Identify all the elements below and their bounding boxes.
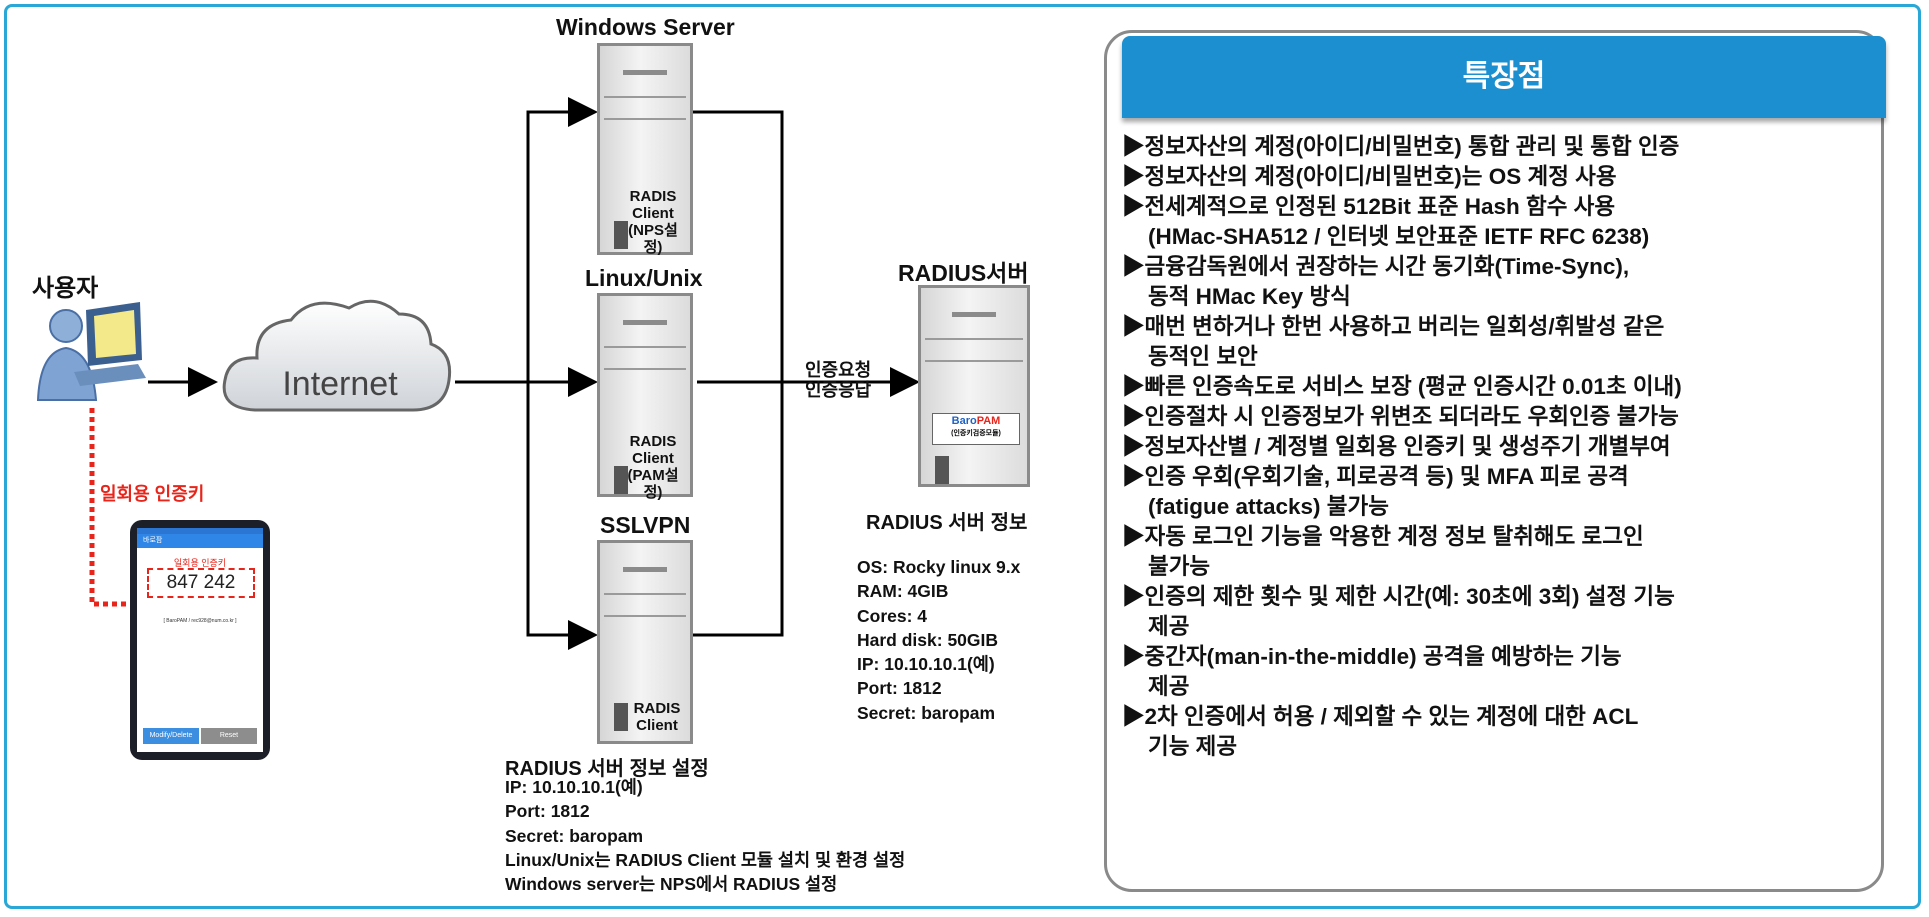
feature-item: ▶중간자(man-in-the-middle) 공격을 예방하는 기능: [1122, 644, 1622, 669]
radius-info-title: RADIUS 서버 정보: [866, 512, 1028, 534]
otp-label: 일회용 인증키: [100, 484, 205, 504]
feature-item: ▶전세계적으로 인정된 512Bit 표준 Hash 함수 사용: [1122, 194, 1616, 219]
windows-return-line: [690, 110, 784, 637]
user-computer-icon: [36, 302, 146, 401]
auth-response-label: 인증응답: [805, 380, 872, 400]
phone-screen: 바로팜 일회용 인증키 847 242 [ BaroPAM / rec928@n…: [137, 528, 263, 752]
feature-item: ▶정보자산의 계정(아이디/비밀번호)는 OS 계정 사용: [1122, 164, 1617, 189]
feature-item: ▶금융감독원에서 권장하는 시간 동기화(Time-Sync),: [1122, 254, 1630, 279]
branch-to-sslvpn-arrow: [526, 382, 598, 650]
feature-item: 동적 HMac Key 방식: [1148, 284, 1351, 309]
feature-item: (fatigue attacks) 불가능: [1148, 494, 1389, 519]
internet-label: Internet: [282, 365, 398, 403]
feature-item: ▶인증절차 시 인증정보가 위변조 되더라도 우회인증 불가능: [1122, 404, 1679, 429]
sslvpn-client-label: RADIS Client: [633, 700, 681, 734]
feature-item: 제공: [1148, 674, 1190, 699]
feature-item: ▶정보자산별 / 계정별 일회용 인증키 및 생성주기 개별부여: [1122, 434, 1671, 459]
windows-client-label: RADIS Client (NPS설정): [628, 188, 678, 256]
linux-server-title: Linux/Unix: [585, 265, 703, 291]
client-settings-list: IP: 10.10.10.1(예) Port: 1812 Secret: bar…: [505, 777, 906, 895]
radius-info-list: OS: Rocky linux 9.x RAM: 4GIB Cores: 4 H…: [857, 557, 1021, 723]
baropam-module: BaroPAM (인증키검증모듈): [932, 413, 1020, 445]
phone-account: [ BaroPAM / rec928@num.co.kr ]: [163, 618, 237, 624]
reset-button[interactable]: Reset: [201, 728, 257, 744]
linux-client-label: RADIS Client (PAM설정): [627, 433, 679, 501]
otp-dotted-connector: [89, 408, 132, 607]
windows-server-title: Windows Server: [556, 14, 735, 40]
feature-item: 불가능: [1148, 554, 1211, 579]
feature-item: ▶2차 인증에서 허용 / 제외할 수 있는 계정에 대한 ACL: [1122, 704, 1639, 729]
feature-item: 동적인 보안: [1148, 344, 1258, 369]
feature-item: ▶자동 로그인 기능을 악용한 계정 정보 탈취해도 로그인: [1122, 524, 1644, 549]
feature-item: 기능 제공: [1148, 734, 1238, 759]
feature-item: ▶정보자산의 계정(아이디/비밀번호) 통합 관리 및 통합 인증: [1122, 134, 1680, 159]
sslvpn-title: SSLVPN: [600, 512, 691, 538]
user-label: 사용자: [32, 275, 99, 302]
auth-request-label: 인증요청: [805, 360, 872, 380]
phone-app-bar: 바로팜: [137, 534, 263, 548]
modify-delete-button[interactable]: Modify/Delete: [143, 728, 199, 744]
internet-cloud-icon: [222, 299, 452, 412]
mobile-phone: 바로팜 일회용 인증키 847 242 [ BaroPAM / rec928@n…: [130, 520, 270, 760]
branch-to-windows-arrow: [526, 97, 598, 382]
feature-item: ▶매번 변하거나 한번 사용하고 버리는 일회성/휘발성 같은: [1122, 314, 1665, 339]
feature-item: ▶빠른 인증속도로 서비스 보장 (평균 인증시간 0.01초 이내): [1122, 374, 1682, 399]
feature-item: 제공: [1148, 614, 1190, 639]
radius-server-rack: [918, 285, 1030, 487]
features-header-title: 특장점: [1462, 60, 1546, 93]
phone-otp-code: 847 242: [147, 568, 255, 598]
feature-item: ▶인증의 제한 횟수 및 제한 시간(예: 30초에 3회) 설정 기능: [1122, 584, 1675, 609]
features-header: 특장점: [1122, 36, 1886, 118]
radius-server-title: RADIUS서버: [898, 260, 1029, 286]
feature-item: (HMac-SHA512 / 인터넷 보안표준 IETF RFC 6238): [1148, 224, 1650, 249]
feature-item: ▶인증 우회(우회기술, 피로공격 등) 및 MFA 피로 공격: [1122, 464, 1629, 489]
